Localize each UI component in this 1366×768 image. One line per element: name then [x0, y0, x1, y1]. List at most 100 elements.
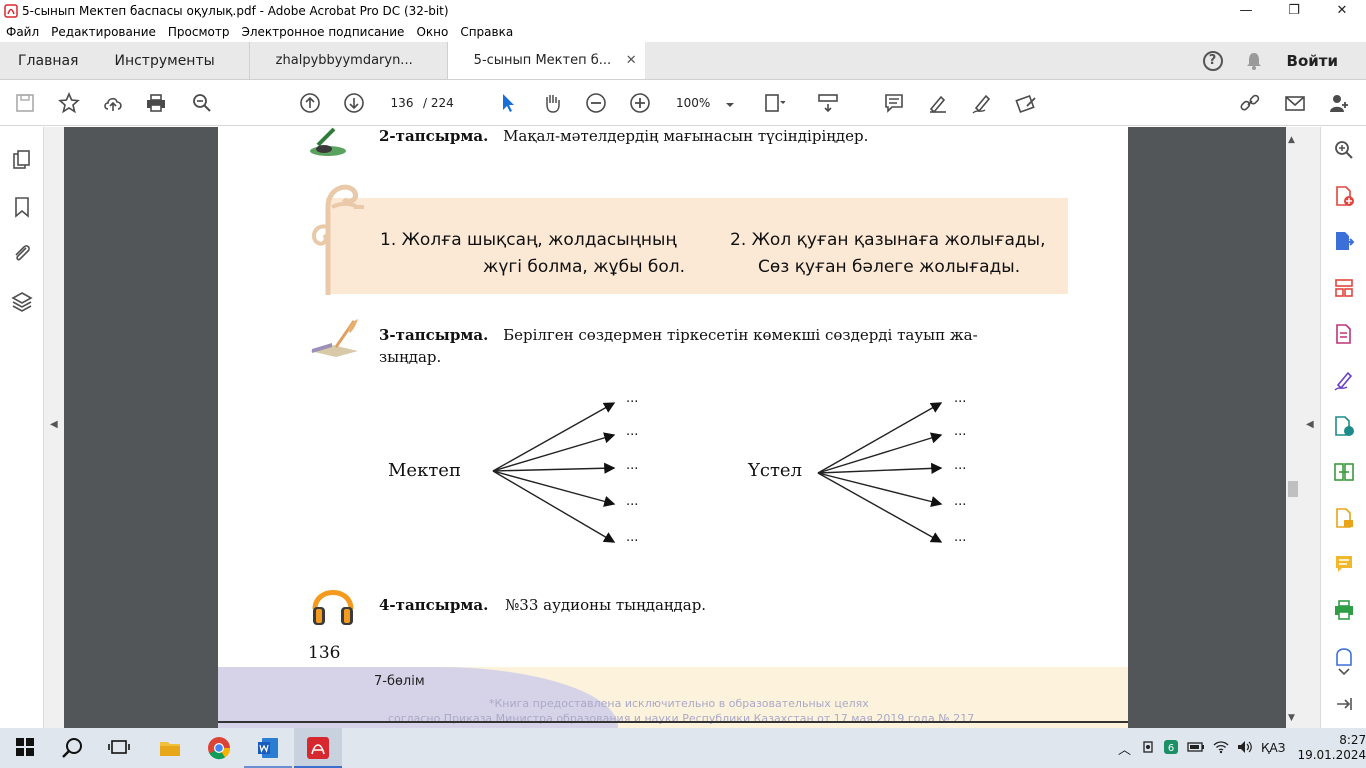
- create-pdf-icon[interactable]: [1333, 185, 1355, 207]
- blank-ellipsis: ...: [626, 494, 639, 509]
- wifi-icon[interactable]: [1213, 740, 1229, 757]
- tab-home[interactable]: Главная: [0, 42, 96, 79]
- send-for-review-icon[interactable]: [1333, 415, 1355, 437]
- task-view-icon[interactable]: [108, 736, 132, 760]
- attachment-paperclip-icon[interactable]: [11, 242, 33, 264]
- page-down-icon[interactable]: [342, 91, 366, 115]
- task-4-label: 4-тапсырма.: [379, 596, 489, 614]
- page-thumbnails-icon[interactable]: [11, 149, 33, 171]
- right-tools-pane: [1320, 127, 1366, 728]
- page-up-icon[interactable]: [298, 91, 322, 115]
- scroll-mode-icon[interactable]: [816, 91, 840, 115]
- fill-sign-icon[interactable]: [1014, 91, 1038, 115]
- share-link-icon[interactable]: [1238, 91, 1262, 115]
- protect-file-icon[interactable]: [1333, 507, 1355, 529]
- collapse-left-pane-handle[interactable]: ◀: [44, 127, 64, 728]
- menu-bar: Файл Редактирование Просмотр Электронное…: [0, 22, 1366, 42]
- tab-tools[interactable]: Инструменты: [96, 42, 248, 79]
- app-tray-icon[interactable]: 6: [1163, 739, 1179, 758]
- window-title: 5-сынып Мектеп баспасы оқулық.pdf - Adob…: [22, 4, 449, 18]
- word-icon[interactable]: [256, 736, 280, 760]
- battery-icon[interactable]: [1187, 741, 1205, 756]
- email-icon[interactable]: [1283, 91, 1307, 115]
- chevron-up-icon[interactable]: ︿: [1118, 739, 1131, 758]
- task-4: 4-тапсырма. №33 аудионы тыңдаңдар.: [379, 596, 706, 614]
- zoom-in-icon[interactable]: [628, 91, 652, 115]
- clock[interactable]: 8:27 19.01.2024: [1297, 733, 1366, 763]
- arrow-line: [492, 470, 616, 507]
- layers-icon[interactable]: [11, 290, 33, 312]
- print-production-icon[interactable]: [1333, 599, 1355, 621]
- zoom-out-icon[interactable]: [584, 91, 608, 115]
- tab-document-active[interactable]: 5-сынып Мектеп б... ✕: [446, 42, 645, 79]
- collapse-panel-icon[interactable]: [1333, 693, 1355, 715]
- maximize-button[interactable]: ❐: [1270, 0, 1318, 22]
- zoom-level-select[interactable]: 100%: [676, 92, 736, 114]
- chrome-icon[interactable]: [207, 736, 231, 760]
- close-tab-icon[interactable]: ✕: [626, 53, 637, 68]
- highlight-pen-icon[interactable]: [926, 91, 950, 115]
- select-cursor-icon[interactable]: [496, 91, 520, 115]
- page-footer-rule: [218, 721, 1128, 723]
- menu-edit[interactable]: Редактирование: [51, 25, 156, 39]
- zoom-search-icon[interactable]: [190, 91, 214, 115]
- device-icon[interactable]: [1141, 740, 1155, 757]
- menu-window[interactable]: Окно: [416, 25, 448, 39]
- sign-pen-icon[interactable]: [970, 91, 994, 115]
- arrow-line: [817, 472, 943, 543]
- tab-document-label: 5-сынып Мектеп б...: [473, 53, 612, 68]
- arrow-line: [817, 462, 943, 474]
- comment-icon[interactable]: [882, 91, 906, 115]
- organize-pages-icon[interactable]: [1333, 277, 1355, 299]
- acrobat-pdf-icon: [4, 4, 18, 18]
- compare-files-icon[interactable]: [1333, 461, 1355, 483]
- arrow-diagram: [492, 402, 943, 543]
- acrobat-taskbar-icon[interactable]: [306, 736, 330, 760]
- menu-view[interactable]: Просмотр: [168, 25, 230, 39]
- star-icon[interactable]: [57, 91, 81, 115]
- menu-e-sign[interactable]: Электронное подписание: [241, 25, 404, 39]
- fill-and-sign-icon[interactable]: [1333, 369, 1355, 391]
- watermark-line-2: согласно Приказа Министра образования и …: [388, 712, 975, 725]
- edit-pdf-icon[interactable]: [1333, 323, 1355, 345]
- search-icon[interactable]: [61, 736, 85, 760]
- arrow-line: [492, 432, 616, 472]
- export-pdf-icon[interactable]: [1333, 230, 1355, 252]
- blank-ellipsis: ...: [626, 424, 639, 439]
- help-icon[interactable]: ?: [1202, 50, 1223, 71]
- scrollbar-thumb[interactable]: [1288, 481, 1298, 497]
- arrow-line: [492, 462, 616, 474]
- left-navigation-pane: [0, 127, 44, 728]
- windows-start-icon[interactable]: [14, 736, 38, 760]
- page-fit-icon[interactable]: [762, 91, 786, 115]
- hand-tool-icon[interactable]: [540, 91, 564, 115]
- tab-document-label: zhalpybbyymdaryn...: [275, 53, 413, 68]
- cloud-upload-icon[interactable]: [101, 91, 125, 115]
- print-icon[interactable]: [144, 91, 168, 115]
- scroll-down-icon[interactable]: ▼: [1288, 713, 1295, 723]
- bell-icon[interactable]: [1245, 51, 1263, 71]
- bookmark-icon[interactable]: [11, 196, 33, 218]
- volume-icon[interactable]: [1237, 740, 1253, 757]
- menu-help[interactable]: Справка: [460, 25, 513, 39]
- minimize-button[interactable]: —: [1222, 0, 1270, 22]
- tab-document-zhalpy[interactable]: zhalpybbyymdaryn...: [248, 42, 447, 79]
- file-explorer-icon[interactable]: [158, 736, 182, 760]
- blank-ellipsis: ...: [626, 530, 639, 545]
- comment-tool-icon[interactable]: [1333, 553, 1355, 575]
- close-window-button[interactable]: ✕: [1318, 0, 1366, 22]
- save-icon[interactable]: [13, 91, 37, 115]
- add-user-icon[interactable]: [1327, 91, 1351, 115]
- sign-in-button[interactable]: Войти: [1287, 52, 1338, 70]
- arrow-line: [817, 432, 943, 474]
- task-4-text: №33 аудионы тыңдаңдар.: [505, 596, 707, 614]
- more-tools-chevron-icon[interactable]: [1333, 659, 1355, 681]
- menu-file[interactable]: Файл: [6, 25, 39, 39]
- zoom-tool-icon[interactable]: [1333, 139, 1355, 161]
- collapse-right-pane-handle[interactable]: ◀: [1300, 127, 1320, 728]
- page-number-input[interactable]: 136: [384, 92, 420, 114]
- blank-ellipsis: ...: [954, 424, 967, 439]
- input-language[interactable]: ҚАЗ: [1261, 741, 1285, 755]
- scroll-up-icon[interactable]: ▲: [1288, 135, 1295, 145]
- vertical-scrollbar[interactable]: ▲ ▼: [1286, 127, 1300, 728]
